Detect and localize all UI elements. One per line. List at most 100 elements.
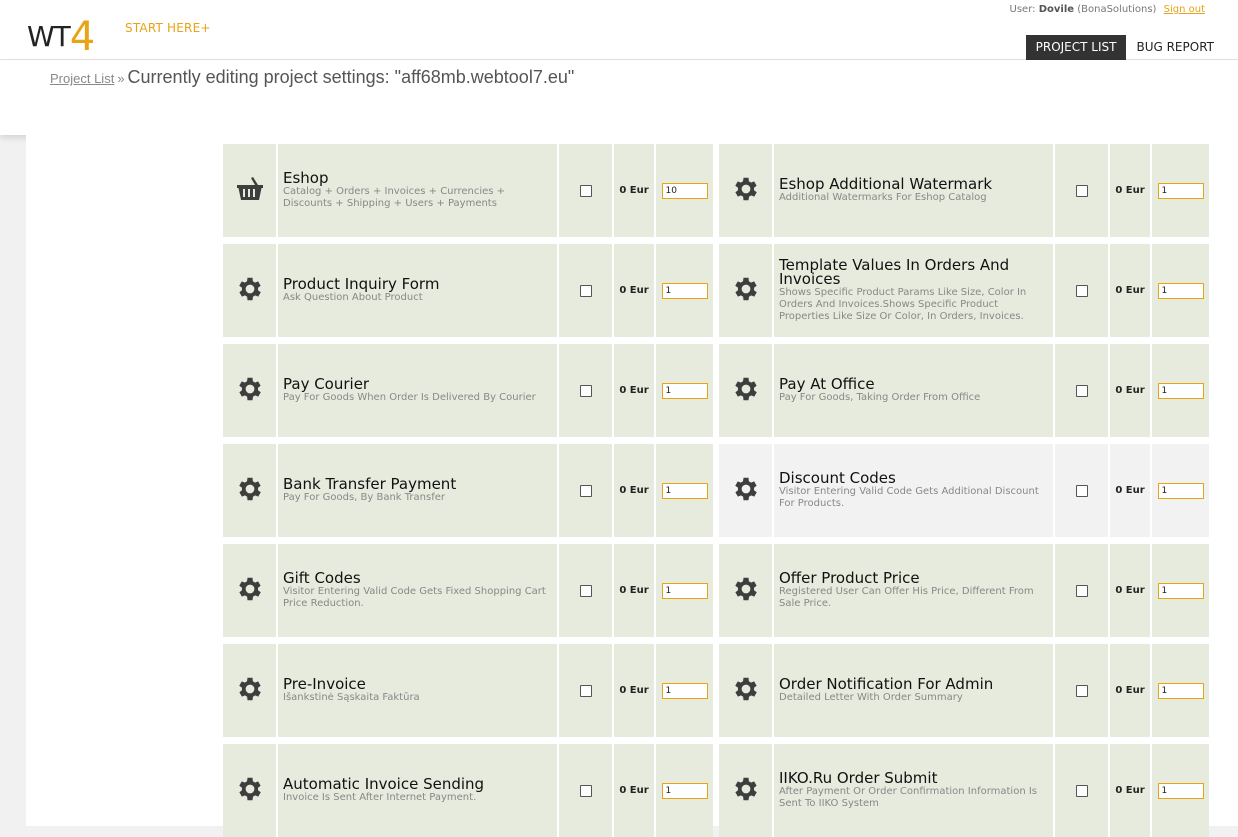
module-price: 0 Eur — [614, 544, 656, 637]
module-qty-cell: 1 — [1152, 544, 1209, 637]
module-row: Template Values In Orders And Invoices Sh… — [719, 244, 1209, 337]
module-checkbox-cell — [1055, 444, 1110, 537]
module-info: Bank Transfer Payment Pay For Goods, By B… — [278, 444, 559, 537]
module-enable-checkbox[interactable] — [579, 284, 592, 297]
module-price: 0 Eur — [1110, 144, 1152, 237]
module-icon-cell — [223, 244, 278, 337]
module-checkbox-cell — [559, 744, 614, 837]
module-quantity-input[interactable]: 1 — [1157, 482, 1204, 499]
module-description: Pay For Goods When Order Is Delivered By… — [283, 392, 536, 403]
module-quantity-input[interactable]: 1 — [661, 282, 708, 299]
module-enable-checkbox[interactable] — [579, 584, 592, 597]
module-title: Offer Product Price — [779, 569, 920, 587]
module-row: Pay Courier Pay For Goods When Order Is D… — [223, 344, 713, 437]
wt4-logo[interactable]: WT4 — [27, 10, 95, 60]
gear-icon — [235, 574, 265, 608]
module-enable-checkbox[interactable] — [1075, 584, 1088, 597]
gear-icon — [235, 674, 265, 708]
breadcrumb: Project List» Currently editing project s… — [50, 67, 574, 88]
module-quantity-input[interactable]: 1 — [1157, 782, 1204, 799]
module-price: 0 Eur — [614, 644, 656, 737]
user-info: User: Dovile (BonaSolutions) Sign out — [1010, 4, 1205, 15]
module-qty-cell: 1 — [656, 644, 713, 737]
gear-icon — [731, 774, 761, 808]
module-price: 0 Eur — [614, 144, 656, 237]
module-info: Template Values In Orders And Invoices Sh… — [774, 244, 1055, 337]
gear-icon — [731, 674, 761, 708]
module-price: 0 Eur — [1110, 444, 1152, 537]
gear-icon — [731, 374, 761, 408]
module-description: Visitor Entering Valid Code Gets Additio… — [779, 486, 1039, 509]
module-row: Discount Codes Visitor Entering Valid Cod… — [719, 444, 1209, 537]
module-title: Pre-Invoice — [283, 675, 366, 693]
module-title: Pay At Office — [779, 375, 875, 393]
module-icon-cell — [719, 144, 774, 237]
module-title: Eshop — [283, 169, 329, 187]
module-row: Offer Product Price Registered User Can O… — [719, 544, 1209, 637]
module-info: Product Inquiry Form Ask Question About P… — [278, 244, 559, 337]
module-info: Gift Codes Visitor Entering Valid Code Ge… — [278, 544, 559, 637]
sign-out-link[interactable]: Sign out — [1164, 4, 1205, 15]
module-enable-checkbox[interactable] — [1075, 184, 1088, 197]
module-title: Product Inquiry Form — [283, 275, 440, 293]
module-quantity-input[interactable]: 1 — [661, 782, 708, 799]
module-checkbox-cell — [559, 144, 614, 237]
breadcrumb-project-list-link[interactable]: Project List — [50, 71, 114, 86]
module-title: Pay Courier — [283, 375, 370, 393]
module-quantity-input[interactable]: 1 — [1157, 682, 1204, 699]
module-price: 0 Eur — [1110, 644, 1152, 737]
module-qty-cell: 1 — [1152, 244, 1209, 337]
user-prefix: User: — [1009, 4, 1036, 15]
start-here-link[interactable]: START HERE+ — [125, 21, 211, 35]
gear-icon — [235, 374, 265, 408]
module-enable-checkbox[interactable] — [579, 184, 592, 197]
module-enable-checkbox[interactable] — [1075, 284, 1088, 297]
module-quantity-input[interactable]: 1 — [661, 682, 708, 699]
gear-icon — [731, 474, 761, 508]
nav-bug-report[interactable]: BUG REPORT — [1126, 35, 1224, 60]
module-info: Automatic Invoice Sending Invoice Is Sent… — [278, 744, 559, 837]
module-row: Gift Codes Visitor Entering Valid Code Ge… — [223, 544, 713, 637]
module-price: 0 Eur — [1110, 744, 1152, 837]
module-quantity-input[interactable]: 1 — [661, 382, 708, 399]
module-quantity-input[interactable]: 1 — [661, 582, 708, 599]
module-description: Additional Watermarks For Eshop Catalog — [779, 192, 987, 203]
module-qty-cell: 1 — [1152, 144, 1209, 237]
module-title: Gift Codes — [283, 569, 361, 587]
module-qty-cell: 1 — [656, 444, 713, 537]
module-enable-checkbox[interactable] — [579, 784, 592, 797]
gear-icon — [731, 574, 761, 608]
module-quantity-input[interactable]: 1 — [1157, 382, 1204, 399]
module-quantity-input[interactable]: 1 — [1157, 282, 1204, 299]
module-row: Order Notification For Admin Detailed Let… — [719, 644, 1209, 737]
module-quantity-input[interactable]: 10 — [661, 182, 708, 199]
module-description: Pay For Goods, By Bank Transfer — [283, 492, 445, 503]
module-quantity-input[interactable]: 1 — [1157, 582, 1204, 599]
module-row: Eshop Additional Watermark Additional Wat… — [719, 144, 1209, 237]
nav-project-list[interactable]: PROJECT LIST — [1025, 35, 1127, 60]
module-enable-checkbox[interactable] — [1075, 384, 1088, 397]
module-checkbox-cell — [559, 244, 614, 337]
module-enable-checkbox[interactable] — [1075, 684, 1088, 697]
module-title: Order Notification For Admin — [779, 675, 994, 693]
module-icon-cell — [719, 344, 774, 437]
module-description: Invoice Is Sent After Internet Payment. — [283, 792, 477, 803]
module-checkbox-cell — [559, 644, 614, 737]
module-description: Ask Question About Product — [283, 292, 423, 303]
module-enable-checkbox[interactable] — [579, 384, 592, 397]
module-enable-checkbox[interactable] — [1075, 784, 1088, 797]
module-enable-checkbox[interactable] — [579, 484, 592, 497]
module-price: 0 Eur — [614, 344, 656, 437]
module-quantity-input[interactable]: 1 — [661, 482, 708, 499]
module-description: Shows Specific Product Params Like Size,… — [779, 287, 1027, 322]
module-enable-checkbox[interactable] — [579, 684, 592, 697]
gear-icon — [235, 774, 265, 808]
module-title: Automatic Invoice Sending — [283, 775, 485, 793]
module-checkbox-cell — [559, 444, 614, 537]
module-quantity-input[interactable]: 1 — [1157, 182, 1204, 199]
module-row: Bank Transfer Payment Pay For Goods, By B… — [223, 444, 713, 537]
module-qty-cell: 1 — [656, 244, 713, 337]
module-title: IIKO.Ru Order Submit — [779, 769, 938, 787]
module-checkbox-cell — [1055, 244, 1110, 337]
module-enable-checkbox[interactable] — [1075, 484, 1088, 497]
